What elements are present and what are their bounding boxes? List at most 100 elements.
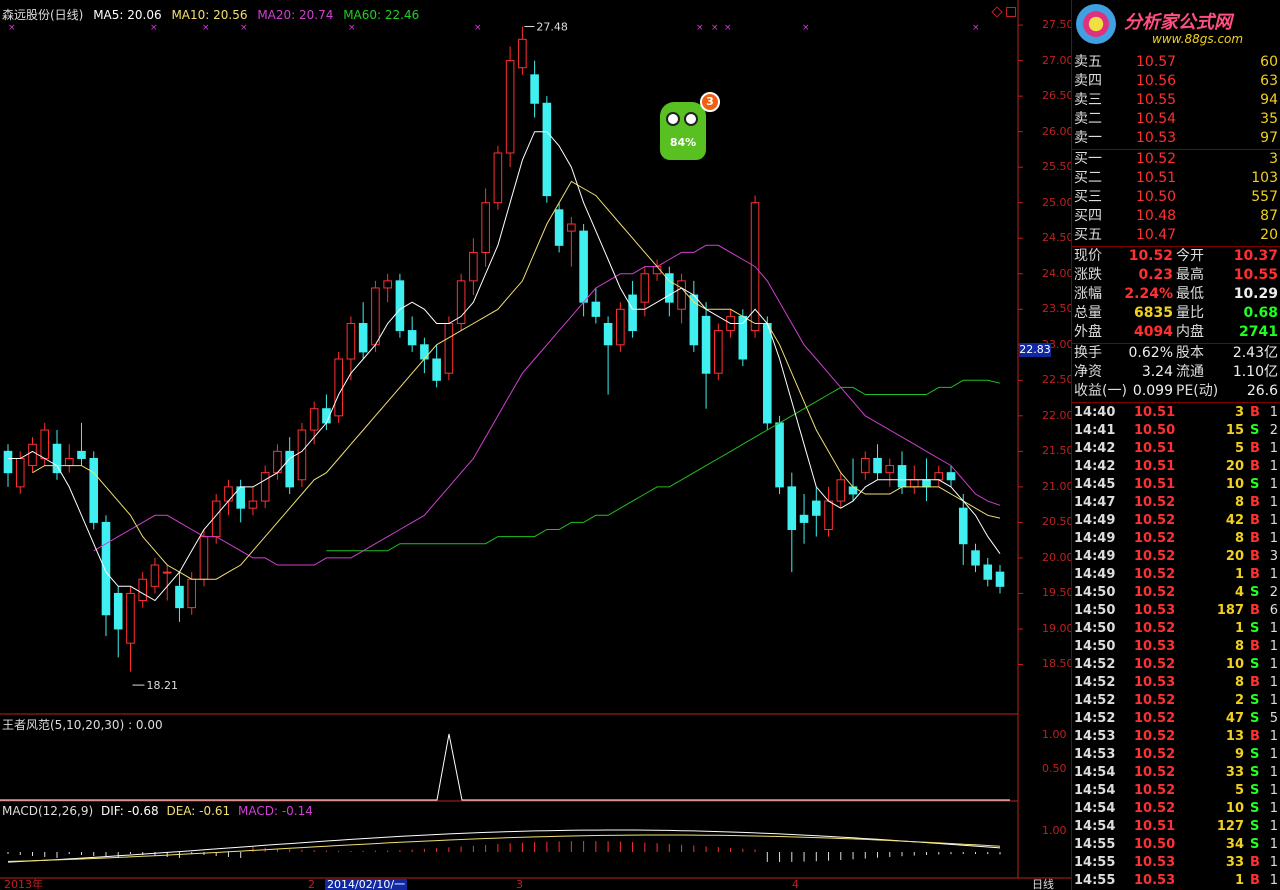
- price-tick-label: 27.00: [1042, 53, 1074, 67]
- candle-body: [603, 322, 613, 346]
- tick-volume: 34: [1225, 837, 1244, 852]
- tick-row: 14:49 10.52 1 B 1: [1072, 566, 1280, 584]
- tick-time: 14:53: [1074, 729, 1116, 744]
- tick-volume: 8: [1234, 639, 1244, 654]
- level-label: 买四: [1074, 208, 1102, 224]
- tick-price: 10.52: [1134, 549, 1176, 564]
- price-tick-label: 20.00: [1042, 550, 1074, 564]
- tick-price: 10.52: [1134, 513, 1176, 528]
- logo-title: 分析家公式网: [1124, 12, 1232, 33]
- tick-row: 14:50 10.52 4 S 2: [1072, 584, 1280, 602]
- signal-marker: ×: [150, 23, 158, 33]
- candle-body: [309, 408, 319, 431]
- tick-price: 10.51: [1134, 405, 1176, 420]
- level-label: 买一: [1074, 151, 1102, 167]
- tick-volume: 127: [1216, 819, 1244, 834]
- mascot-badge[interactable]: 84% 3: [656, 92, 720, 162]
- candle-body: [199, 536, 209, 580]
- orderbook-row: 买五 10.47 20: [1072, 226, 1280, 245]
- orderbook-row: 卖一 10.53 97: [1072, 129, 1280, 148]
- price-tick-label: 21.50: [1042, 444, 1074, 458]
- tick-volume: 187: [1216, 603, 1244, 618]
- tick-side: B: [1250, 855, 1260, 870]
- tick-time: 14:55: [1074, 873, 1116, 888]
- tick-time: 14:50: [1074, 621, 1116, 636]
- tick-count: 1: [1269, 513, 1278, 528]
- quote-label: 现价: [1074, 248, 1102, 264]
- tick-time: 14:50: [1074, 585, 1116, 600]
- level-label: 买二: [1074, 170, 1102, 186]
- tick-count: 1: [1269, 729, 1278, 744]
- price-tick-label: 26.00: [1042, 124, 1074, 138]
- orderbook-row: 卖二 10.54 35: [1072, 110, 1280, 129]
- tick-row: 14:42 10.51 20 B 1: [1072, 458, 1280, 476]
- quote-value: 10.37: [1233, 248, 1278, 264]
- tick-price: 10.51: [1134, 441, 1176, 456]
- level-volume: 3: [1269, 151, 1278, 167]
- finance-row: 净资 3.24 流通 1.10亿: [1072, 363, 1280, 382]
- signal-marker: ×: [972, 23, 980, 33]
- divider: [1072, 402, 1280, 403]
- xaxis-year: 2013年: [4, 878, 43, 890]
- level-label: 卖四: [1074, 73, 1102, 89]
- signal-marker: ×: [724, 23, 732, 33]
- candle-body: [187, 578, 197, 609]
- price-tick-label: 19.00: [1042, 621, 1074, 635]
- tick-row: 14:53 10.52 9 S 1: [1072, 746, 1280, 764]
- quote-row: 涨幅 2.24% 最低 10.29: [1072, 285, 1280, 304]
- tick-count: 1: [1269, 441, 1278, 456]
- candle-body: [591, 301, 601, 317]
- tick-time: 14:55: [1074, 855, 1116, 870]
- tick-time: 14:42: [1074, 441, 1116, 456]
- tick-price: 10.53: [1134, 855, 1176, 870]
- quote-value: 6835: [1134, 305, 1173, 321]
- candle-body: [175, 585, 184, 609]
- tick-price: 10.53: [1134, 639, 1176, 654]
- tick-row: 14:55 10.53 1 B 1: [1072, 872, 1280, 890]
- tick-side: S: [1250, 783, 1260, 798]
- candle-body: [922, 479, 931, 488]
- tick-count: 1: [1269, 837, 1278, 852]
- orderbook-row: 买二 10.51 103: [1072, 169, 1280, 188]
- candle-body: [554, 209, 564, 246]
- price-tick-label: 22.50: [1042, 373, 1074, 387]
- candle-body: [701, 315, 711, 374]
- low-label: 18.21: [146, 679, 178, 692]
- period-button[interactable]: 日线: [1032, 879, 1054, 890]
- tick-count: 1: [1269, 855, 1278, 870]
- candle-body: [346, 322, 356, 360]
- level-price: 10.54: [1136, 111, 1177, 127]
- tick-price: 10.52: [1134, 801, 1176, 816]
- macd-dif-line: [7, 829, 1001, 863]
- tick-volume: 8: [1234, 495, 1244, 510]
- tick-volume: 20: [1225, 459, 1244, 474]
- tick-side: B: [1250, 531, 1260, 546]
- kline-chart[interactable]: × × × × × × × × × × × 27.48 18.21: [0, 0, 1071, 890]
- tick-count: 5: [1269, 711, 1278, 726]
- candle-body: [260, 472, 270, 502]
- orderbook-row: 买一 10.52 3: [1072, 150, 1280, 169]
- candle-body: [567, 223, 576, 232]
- candle-body: [456, 280, 466, 324]
- orderbook-row: 买四 10.48 87: [1072, 207, 1280, 226]
- tick-count: 1: [1269, 621, 1278, 636]
- level-label: 卖二: [1074, 111, 1102, 127]
- finance-value: 1.10亿: [1232, 364, 1278, 380]
- macd-dea-line: [7, 834, 1001, 862]
- tick-price: 10.52: [1134, 693, 1176, 708]
- signal-marker: ×: [474, 23, 482, 33]
- tick-price: 10.53: [1134, 675, 1176, 690]
- quote-label: 量比: [1176, 305, 1204, 321]
- candle-body: [824, 500, 833, 531]
- quote-label: 总量: [1074, 305, 1102, 321]
- indicator1-line: [0, 733, 1010, 801]
- tick-side: S: [1250, 765, 1260, 780]
- tick-row: 14:52 10.53 8 B 1: [1072, 674, 1280, 692]
- flower-logo-icon: [1076, 4, 1116, 44]
- tick-row: 14:49 10.52 20 B 3: [1072, 548, 1280, 566]
- candle-body: [836, 479, 846, 502]
- candle-body: [297, 429, 307, 481]
- candle-body: [334, 358, 343, 417]
- tick-count: 2: [1269, 423, 1278, 438]
- level-price: 10.51: [1136, 170, 1177, 186]
